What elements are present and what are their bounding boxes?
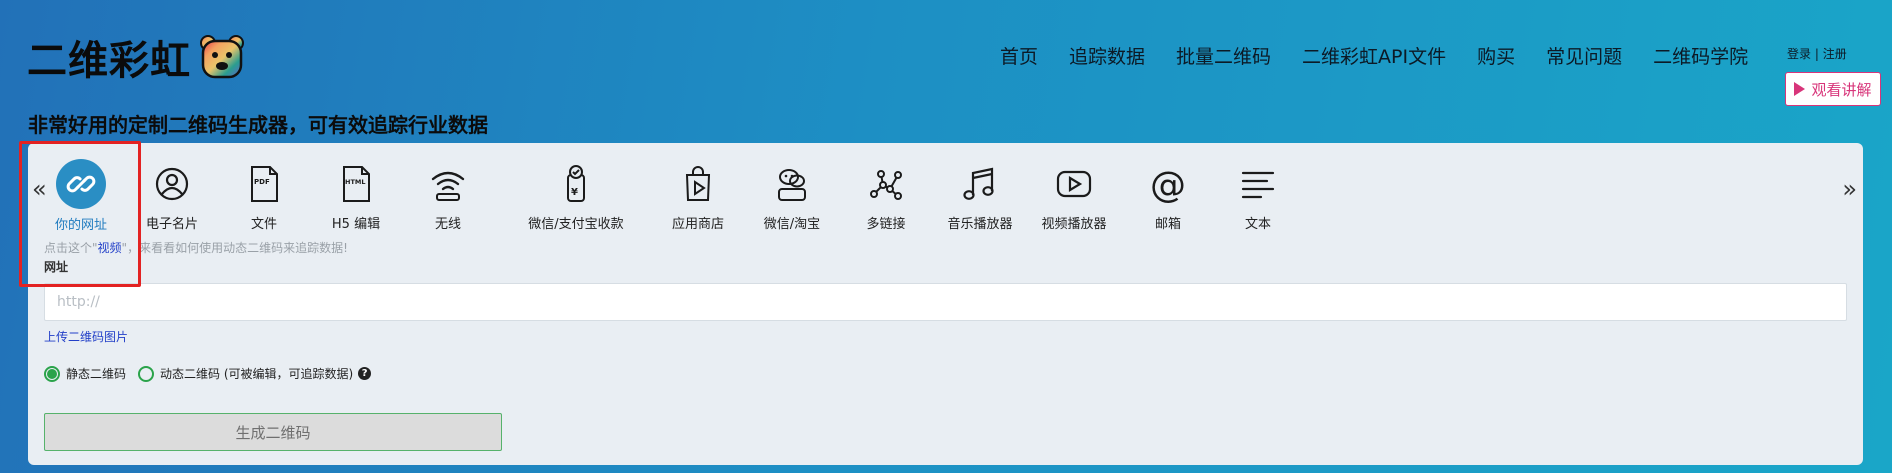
type-tab-music[interactable]: 音乐播放器 [930, 163, 1030, 232]
contact-card-icon [155, 167, 189, 201]
hint-video-link[interactable]: 视频 [98, 241, 122, 255]
nav-home[interactable]: 首页 [1000, 42, 1038, 69]
question-help-icon[interactable]: ? [358, 367, 372, 380]
static-qr-label[interactable]: 静态二维码 [66, 365, 126, 382]
wifi-icon [431, 171, 465, 201]
auth-separator: | [1811, 47, 1823, 61]
type-tab-label: 你的网址 [54, 218, 107, 233]
nav-faq[interactable]: 常见问题 [1546, 42, 1622, 69]
pdf-file-icon: PDF [251, 166, 278, 202]
type-tab-label: 邮箱 [1154, 217, 1181, 232]
multi-link-icon [870, 170, 902, 200]
video-player-icon [1056, 170, 1092, 198]
type-tab-vcard[interactable]: 电子名片 [122, 163, 222, 232]
upload-qr-image-link[interactable]: 上传二维码图片 [44, 328, 128, 345]
rainbow-bear-logo-icon [200, 35, 244, 79]
watch-tutorial-label: 观看讲解 [1811, 80, 1872, 99]
type-tab-label: 无线 [434, 217, 461, 232]
nav-batch[interactable]: 批量二维码 [1176, 42, 1271, 69]
svg-text:¥: ¥ [571, 187, 578, 198]
login-link[interactable]: 登录 [1787, 47, 1811, 61]
type-tab-file[interactable]: PDF 文件 [214, 163, 314, 232]
type-tab-app-store[interactable]: 应用商店 [648, 163, 748, 232]
type-tab-label: 微信/支付宝收款 [528, 217, 624, 232]
type-tab-wechat-taobao[interactable]: 微信/淘宝 [742, 163, 842, 232]
watch-tutorial-button[interactable]: 观看讲解 [1785, 72, 1881, 106]
text-icon [1241, 171, 1275, 199]
generate-qr-button[interactable]: 生成二维码 [44, 413, 502, 451]
svg-text:HTML: HTML [345, 178, 365, 186]
type-tab-label: 文件 [250, 217, 277, 232]
wechat-taobao-icon [778, 169, 806, 201]
video-hint: 点击这个"视频"，来看看如何使用动态二维码来追踪数据! [44, 239, 348, 256]
type-tab-label: H5 编辑 [331, 217, 381, 232]
url-input[interactable] [44, 283, 1847, 321]
nav-api-docs[interactable]: 二维彩虹API文件 [1302, 42, 1446, 69]
type-tab-label: 音乐播放器 [947, 217, 1013, 232]
main-nav: 首页 追踪数据 批量二维码 二维彩虹API文件 购买 常见问题 二维码学院 [1000, 42, 1779, 69]
type-tab-multi-link[interactable]: 多链接 [836, 163, 936, 232]
hint-text-after: "，来看看如何使用动态二维码来追踪数据! [121, 241, 348, 255]
svg-text:PDF: PDF [254, 178, 270, 186]
type-tab-label: 电子名片 [145, 217, 198, 232]
url-field-label: 网址 [44, 260, 69, 274]
auth-links: 登录 | 注册 [1787, 45, 1847, 62]
type-tab-label: 文本 [1244, 217, 1271, 232]
link-icon [66, 175, 96, 193]
type-tab-url[interactable]: 你的网址 [31, 159, 131, 233]
play-icon [1794, 82, 1806, 96]
static-qr-radio[interactable] [44, 365, 60, 382]
register-link[interactable]: 注册 [1823, 47, 1847, 61]
type-tab-label: 多链接 [866, 217, 906, 232]
nav-purchase[interactable]: 购买 [1477, 42, 1515, 69]
type-tab-label: 视频播放器 [1041, 217, 1107, 232]
type-tab-label: 应用商店 [671, 217, 724, 232]
type-tab-text[interactable]: 文本 [1208, 163, 1308, 232]
page-tagline: 非常好用的定制二维码生成器，可有效追踪行业数据 [28, 113, 488, 137]
music-icon [963, 167, 994, 200]
html-file-icon: HTML [343, 166, 370, 202]
app-store-icon [685, 166, 711, 201]
type-tab-wifi[interactable]: 无线 [398, 163, 498, 232]
type-tab-h5[interactable]: HTML H5 编辑 [306, 163, 406, 232]
dynamic-qr-label[interactable]: 动态二维码 (可被编辑，可追踪数据) [160, 365, 353, 382]
type-tab-payment[interactable]: ¥ 微信/支付宝收款 [511, 163, 641, 232]
dynamic-qr-radio[interactable] [138, 365, 155, 382]
type-tab-email[interactable]: @ 邮箱 [1118, 163, 1218, 232]
logo[interactable]: 二维彩虹 [27, 28, 245, 86]
email-icon: @ [1150, 165, 1186, 205]
qr-mode-radios: 静态二维码 动态二维码 (可被编辑，可追踪数据) ? [44, 365, 372, 382]
payment-icon: ¥ [567, 165, 585, 202]
hint-text-before: 点击这个" [44, 241, 98, 255]
qr-generator-panel: « » 你的网址 电子名片 PDF 文件 HTML H5 编辑 无线 ¥ 微信/… [28, 143, 1863, 465]
type-tab-video[interactable]: 视频播放器 [1024, 163, 1124, 232]
brand-name: 二维彩虹 [27, 38, 191, 84]
nav-academy[interactable]: 二维码学院 [1653, 42, 1748, 69]
svg-text:@: @ [1150, 165, 1186, 205]
nav-tracking[interactable]: 追踪数据 [1069, 42, 1145, 69]
type-tab-label: 微信/淘宝 [763, 217, 821, 232]
